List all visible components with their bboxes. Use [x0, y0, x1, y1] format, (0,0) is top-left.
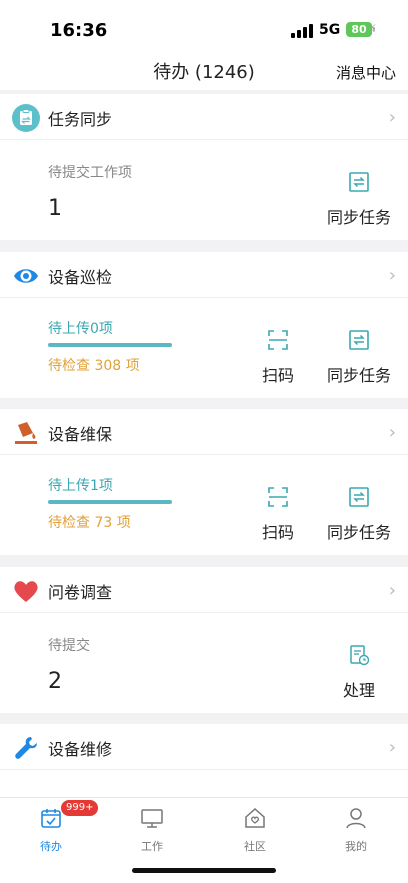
sync-icon: [349, 172, 369, 192]
chevron-right-icon: ›: [388, 737, 396, 758]
tab-work[interactable]: 工作: [122, 806, 182, 854]
section-header-survey[interactable]: 问卷调查 ›: [0, 567, 408, 613]
pending-submit-label: 待提交工作项: [48, 165, 132, 181]
pending-submit-count: 1: [48, 196, 62, 221]
house-heart-icon: [245, 807, 265, 828]
pending-upload-text: 待上传0项: [48, 321, 113, 337]
sync-task-button[interactable]: 同步任务: [322, 485, 396, 543]
section-title: 任务同步: [48, 110, 113, 129]
task-sync-icon: [12, 104, 40, 132]
scan-label: 扫码: [261, 366, 294, 385]
scan-button[interactable]: 扫码: [252, 485, 304, 543]
clipboard-clock-icon: [350, 645, 370, 666]
upload-progress-bar: [48, 500, 172, 504]
chevron-right-icon: ›: [388, 422, 396, 443]
maintenance-card: 待上传1项 待检查 73 项 扫码 同步任务: [0, 455, 408, 555]
repair-card: [0, 770, 408, 797]
scan-icon: [268, 487, 288, 507]
section-header-repair[interactable]: 设备维修 ›: [0, 724, 408, 770]
monitor-icon: [141, 809, 163, 828]
section-header-maintenance[interactable]: 设备维保 ›: [0, 409, 408, 455]
section-header-task-sync[interactable]: 任务同步 ›: [0, 94, 408, 140]
section-title: 设备巡检: [48, 268, 113, 287]
section-title: 设备维保: [48, 425, 113, 444]
chevron-right-icon: ›: [388, 265, 396, 286]
tab-label: 待办: [40, 840, 62, 853]
todo-badge: 999+: [61, 800, 99, 816]
status-time: 16:36: [50, 20, 108, 41]
heart-icon: [14, 581, 38, 602]
process-button[interactable]: 处理: [334, 643, 384, 701]
sync-icon: [349, 330, 369, 350]
chevron-right-icon: ›: [388, 107, 396, 128]
sync-task-label: 同步任务: [326, 208, 391, 227]
message-center-link[interactable]: 消息中心: [336, 62, 396, 83]
pending-check-text: 待检查 308 项: [48, 358, 140, 374]
home-indicator[interactable]: [132, 868, 276, 873]
eye-icon: [14, 269, 38, 283]
scan-label: 扫码: [261, 523, 294, 542]
section-title: 问卷调查: [48, 583, 113, 602]
wrench-icon: [15, 737, 37, 759]
survey-card: 待提交 2 处理: [0, 613, 408, 713]
tab-community[interactable]: 社区: [225, 806, 285, 854]
scan-button[interactable]: 扫码: [252, 328, 304, 386]
sync-task-label: 同步任务: [326, 366, 391, 385]
user-icon: [346, 808, 366, 829]
sync-icon: [349, 487, 369, 507]
tab-label: 我的: [345, 840, 367, 853]
signal-icon: [291, 24, 313, 38]
section-title: 设备维修: [48, 740, 113, 759]
scan-icon: [268, 330, 288, 350]
calendar-check-icon: [41, 809, 61, 828]
tab-label: 社区: [244, 840, 266, 853]
section-header-inspection[interactable]: 设备巡检 ›: [0, 252, 408, 298]
inspection-card: 待上传0项 待检查 308 项 扫码 同步任务: [0, 298, 408, 398]
nav-bar: 待办 (1246) 消息中心: [0, 56, 408, 90]
pending-upload-text: 待上传1项: [48, 478, 113, 494]
status-bar: 16:36 5G 80 ⚡: [0, 0, 408, 56]
charging-icon: ⚡: [369, 22, 377, 35]
tab-mine[interactable]: 我的: [326, 806, 386, 854]
sync-task-button[interactable]: 同步任务: [322, 170, 396, 228]
network-type: 5G: [319, 22, 341, 38]
tab-label: 工作: [141, 840, 163, 853]
pending-submit-count: 2: [48, 669, 62, 694]
process-label: 处理: [342, 681, 375, 700]
pending-check-text: 待检查 73 项: [48, 515, 131, 531]
chevron-right-icon: ›: [388, 580, 396, 601]
sync-task-button[interactable]: 同步任务: [322, 328, 396, 386]
sync-task-label: 同步任务: [326, 523, 391, 542]
task-sync-card: 待提交工作项 1 同步任务: [0, 140, 408, 240]
pending-submit-label: 待提交: [48, 638, 90, 654]
upload-progress-bar: [48, 343, 172, 347]
paint-bucket-icon: [15, 422, 37, 444]
